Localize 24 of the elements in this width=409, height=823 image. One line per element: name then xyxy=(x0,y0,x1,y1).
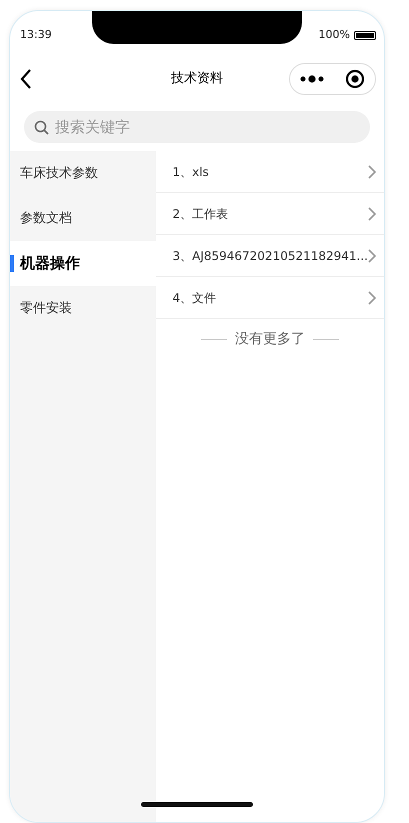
search-icon xyxy=(34,120,49,134)
capsule-menu[interactable] xyxy=(289,63,376,95)
more-icon[interactable] xyxy=(300,75,324,83)
chevron-right-icon xyxy=(368,248,376,262)
battery-icon xyxy=(354,30,376,40)
category-tab[interactable]: 零件安装 xyxy=(10,286,156,331)
chevron-right-icon xyxy=(368,164,376,178)
battery-level: 100% xyxy=(318,27,350,43)
search-bar[interactable]: 搜索关键字 xyxy=(24,111,370,143)
close-icon[interactable] xyxy=(344,69,365,89)
file-item[interactable]: 4、文件 xyxy=(172,288,216,306)
status-time: 13:39 xyxy=(20,27,52,43)
category-tab[interactable]: 机器操作 xyxy=(10,241,156,286)
file-item[interactable]: 1、xls xyxy=(172,162,209,180)
chevron-right-icon xyxy=(368,206,376,220)
back-icon[interactable] xyxy=(20,69,32,89)
end-of-list-text: 没有更多了 xyxy=(235,330,306,348)
file-item[interactable]: 3、AJ85946720210521182941... xyxy=(172,246,368,264)
search-field[interactable]: 搜索关键字 xyxy=(53,114,370,140)
category-tab[interactable]: 车床技术参数 xyxy=(10,151,156,196)
file-item[interactable]: 2、工作表 xyxy=(172,204,228,222)
chevron-right-icon xyxy=(368,290,376,304)
category-tab[interactable]: 参数文档 xyxy=(10,196,156,241)
page-title: 技术资料 xyxy=(171,70,223,88)
